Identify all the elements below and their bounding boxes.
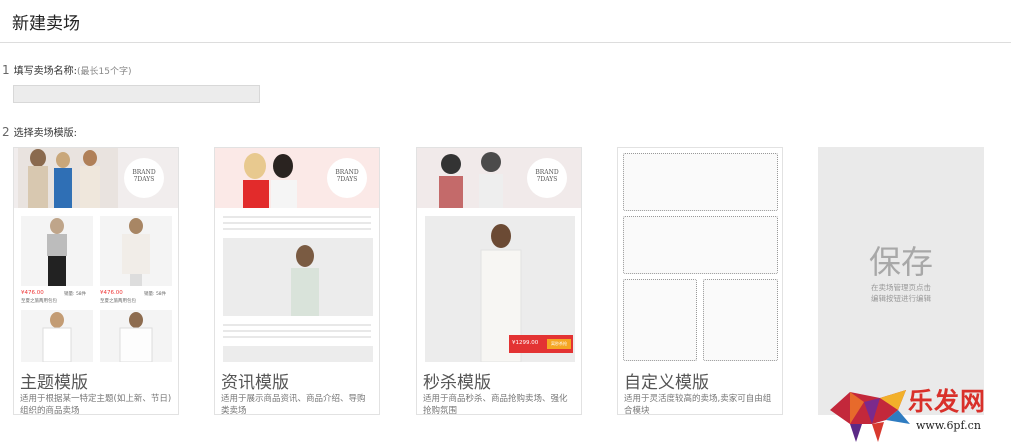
placeholder-text-lines <box>223 214 371 234</box>
step-1-hint: (最长15个字) <box>77 67 132 77</box>
models-photo <box>18 148 118 208</box>
brand-text: BRAND <box>132 169 156 176</box>
brand-text-days: 7DAYS <box>336 176 358 183</box>
template-description: 适用于灵活度较高的卖场,卖家可自由组合模块 <box>624 394 772 415</box>
module-slot <box>703 279 778 361</box>
template-card-news[interactable]: BRAND 7DAYS 资讯模版 适用于展示商品资讯、商品介绍、导购类卖场 <box>214 147 380 415</box>
step-1-label: 1 填写卖场名称:(最长15个字) <box>2 62 132 77</box>
watermark-url: www.6pf.cn <box>916 419 981 432</box>
product-sales: 销量: 58件 <box>144 292 167 297</box>
template-description: 适用于商品秒杀、商品抢购卖场、强化抢购氛围 <box>423 394 568 415</box>
step-2-text: 选择卖场模版: <box>13 128 78 139</box>
step-2-label: 2 选择卖场模版: <box>2 124 77 139</box>
banner-image: BRAND 7DAYS <box>14 148 178 208</box>
template-card-theme[interactable]: BRAND 7DAYS ¥476.00 销量: 58件 ¥476.00 销量: 5… <box>13 147 179 415</box>
product-price: ¥476.00 <box>21 290 44 296</box>
market-name-input[interactable] <box>13 85 260 103</box>
step-number: 1 <box>2 63 10 77</box>
product-sales: 销量: 58件 <box>64 292 87 297</box>
brand-logo: BRAND 7DAYS <box>527 158 567 198</box>
brand-text-days: 7DAYS <box>133 176 155 183</box>
page-header: 新建卖场 <box>0 0 1011 43</box>
template-name: 秒杀模版 <box>423 373 491 393</box>
step-number: 2 <box>2 125 10 139</box>
flash-sale-price-tag: ¥1299.00 离秒杀抢 <box>509 335 573 353</box>
template-name: 资讯模版 <box>221 373 289 393</box>
site-watermark: 乐发网 www.6pf.cn <box>820 380 1011 446</box>
template-card-custom[interactable]: 自定义模版 适用于灵活度较高的卖场,卖家可自由组合模块 <box>617 147 783 415</box>
watermark-text: 乐发网 <box>908 387 987 416</box>
save-hint-line: 编辑按钮进行编辑 <box>871 294 931 303</box>
template-description: 适用于根据某一特定主题(如上新、节日)组织的商品卖场 <box>20 394 172 415</box>
product-title: 至夏之旅两用包包 <box>100 299 136 304</box>
brand-text-days: 7DAYS <box>536 176 558 183</box>
brand-logo: BRAND 7DAYS <box>327 158 367 198</box>
save-title: 保存 <box>868 243 933 281</box>
models-photo <box>439 152 503 208</box>
page-title: 新建卖场 <box>12 14 80 34</box>
bull-logo-icon <box>830 390 910 442</box>
brand-text: BRAND <box>535 169 559 176</box>
template-name: 主题模版 <box>20 373 88 393</box>
placeholder-text-lines <box>223 322 371 342</box>
flash-sale-price: ¥1299.00 <box>512 340 539 346</box>
brand-logo: BRAND 7DAYS <box>124 158 164 198</box>
product-image <box>100 216 172 286</box>
module-slot <box>623 216 778 274</box>
banner-image: BRAND 7DAYS <box>215 148 379 208</box>
brand-text: BRAND <box>335 169 359 176</box>
template-name: 自定义模版 <box>624 373 709 393</box>
product-price: ¥476.00 <box>100 290 123 296</box>
save-hint-line: 在卖场管理页点击 <box>871 283 931 292</box>
article-image <box>223 346 373 362</box>
save-card-button[interactable]: 保存 在卖场管理页点击 编辑按钮进行编辑 <box>818 147 984 415</box>
step-1-text: 填写卖场名称: <box>13 66 78 77</box>
save-hint: 在卖场管理页点击 编辑按钮进行编辑 <box>818 282 984 304</box>
module-slot <box>623 279 697 361</box>
product-title: 至夏之旅两用包包 <box>21 299 57 304</box>
module-slot <box>623 153 778 211</box>
models-photo <box>243 153 297 208</box>
banner-image: BRAND 7DAYS <box>417 148 581 208</box>
product-image <box>21 310 93 362</box>
product-image <box>21 216 93 286</box>
template-card-flash-sale[interactable]: BRAND 7DAYS ¥1299.00 离秒杀抢 秒杀模版 适用于商品秒杀、商品… <box>416 147 582 415</box>
template-description: 适用于展示商品资讯、商品介绍、导购类卖场 <box>221 394 366 415</box>
buy-now-button: 离秒杀抢 <box>547 339 571 349</box>
product-image <box>100 310 172 362</box>
article-image <box>223 238 373 316</box>
